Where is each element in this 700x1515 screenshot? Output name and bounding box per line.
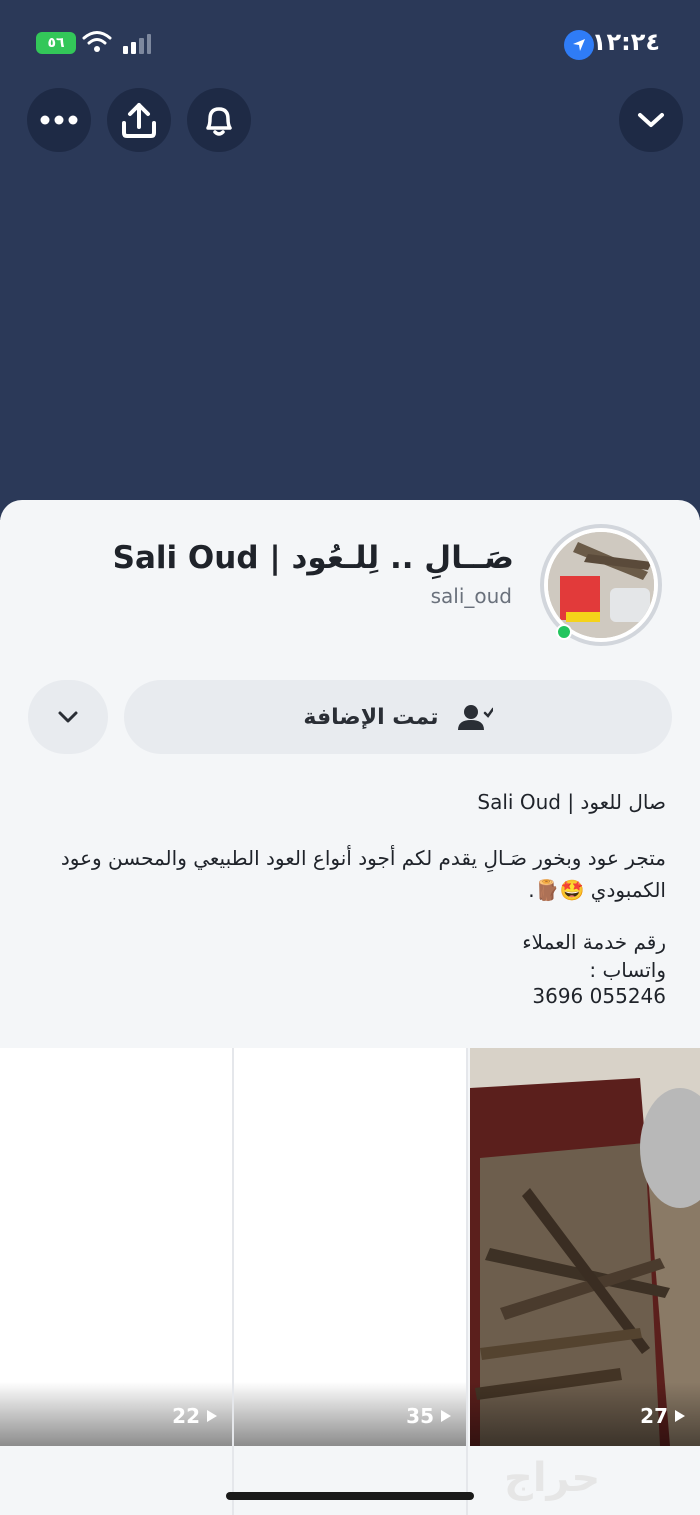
- avatar-image: [548, 532, 654, 638]
- notification-button[interactable]: [187, 88, 251, 152]
- grid-divider: [466, 1048, 468, 1515]
- story-view-count: 27: [640, 1404, 686, 1428]
- chevron-down-icon: [638, 113, 664, 127]
- wifi-icon: [82, 31, 112, 52]
- haraj-watermark: حراج: [504, 1455, 601, 1501]
- bell-icon: [206, 107, 232, 136]
- more-options-button[interactable]: [28, 680, 108, 754]
- view-count-value: 27: [640, 1404, 668, 1428]
- share-icon: [122, 103, 156, 138]
- battery-level: ٥٦: [47, 35, 65, 51]
- cellular-signal-icon: [123, 34, 151, 54]
- status-bar: ٥٦ ١٢:٢٤: [0, 22, 700, 66]
- story-tile[interactable]: 35: [234, 1048, 466, 1446]
- added-button-label: تمت الإضافة: [303, 704, 439, 730]
- status-time: ١٢:٢٤: [591, 28, 660, 56]
- online-status-dot: [556, 624, 572, 640]
- grid-divider: [232, 1048, 234, 1515]
- play-icon: [207, 1410, 217, 1422]
- user-check-icon: [457, 705, 493, 730]
- battery-indicator: ٥٦: [36, 32, 76, 54]
- home-indicator[interactable]: [226, 1492, 474, 1500]
- profile-username: sali_oud: [430, 584, 512, 608]
- more-icon: [40, 115, 78, 125]
- share-button[interactable]: [107, 88, 171, 152]
- bio-phone-number[interactable]: 055246 3696: [26, 980, 666, 1012]
- header-area: [0, 0, 700, 520]
- story-view-count: 22: [172, 1404, 218, 1428]
- collapse-button[interactable]: [619, 88, 683, 152]
- bio-description: متجر عود وبخور صَـالِ يقدم لكم أجود أنوا…: [60, 846, 666, 902]
- story-tile[interactable]: 27: [470, 1048, 700, 1446]
- story-view-count: 35: [406, 1404, 452, 1428]
- more-button[interactable]: [27, 88, 91, 152]
- play-icon: [675, 1410, 685, 1422]
- play-icon: [441, 1410, 451, 1422]
- view-count-value: 35: [406, 1404, 434, 1428]
- stories-grid: 22 35 27: [0, 1048, 700, 1446]
- profile-display-name: صَــالِ .. لِلـعُود | Sali Oud: [112, 540, 514, 576]
- oud-product-image: [548, 532, 654, 638]
- bio-title: صال للعود | Sali Oud: [477, 790, 666, 814]
- view-count-value: 22: [172, 1404, 200, 1428]
- chevron-down-icon: [58, 711, 78, 723]
- location-icon: [564, 30, 594, 60]
- story-tile[interactable]: 22: [0, 1048, 232, 1446]
- added-friend-button[interactable]: تمت الإضافة: [124, 680, 672, 754]
